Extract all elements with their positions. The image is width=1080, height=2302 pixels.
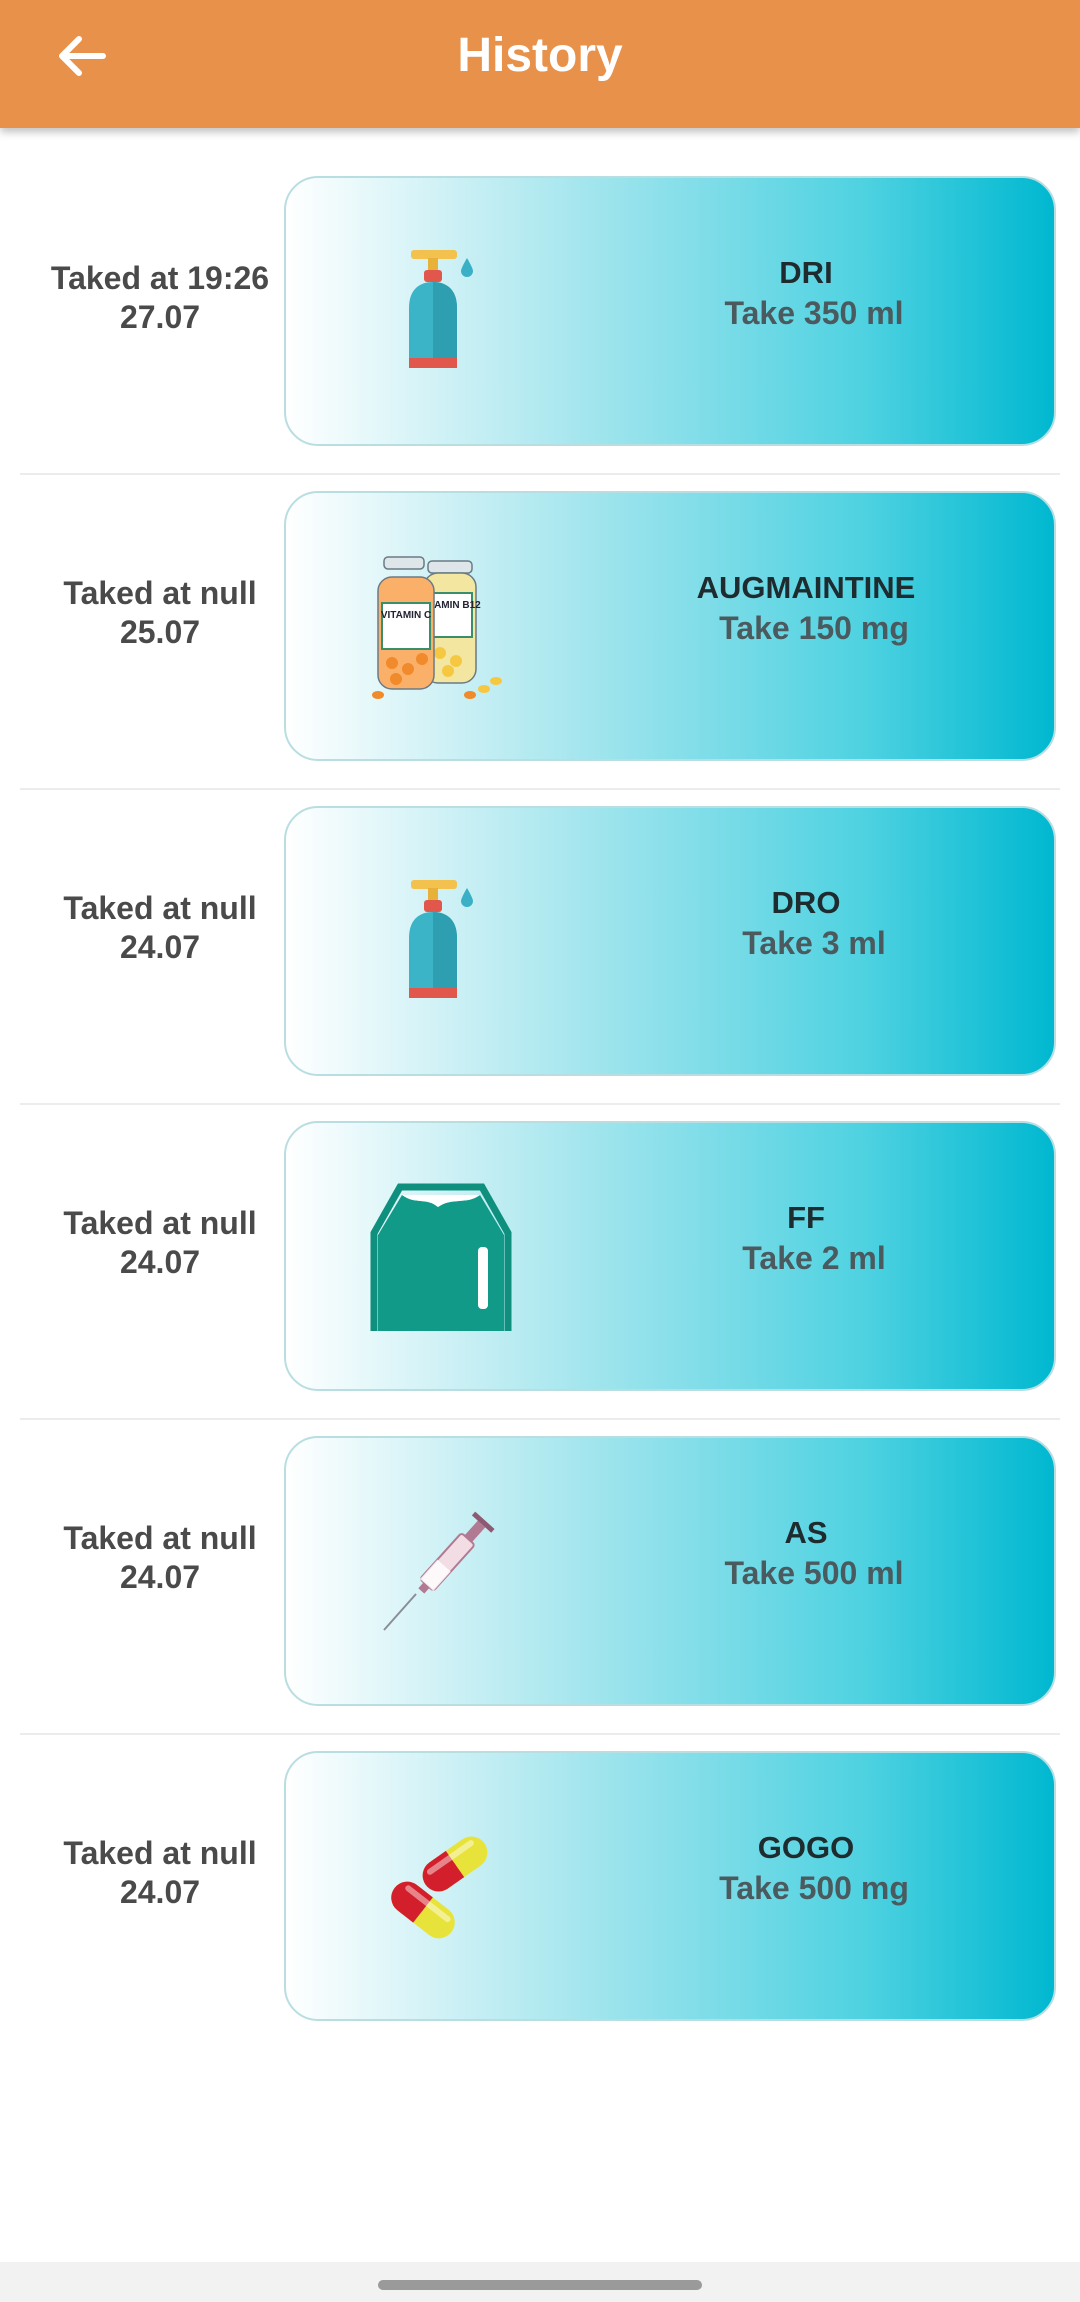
medicine-name: AUGMAINTINE [696, 570, 916, 605]
medicine-name: AS [784, 1515, 828, 1550]
history-row: Taked at null 24.07 FF Take 2 ml [0, 1105, 1080, 1420]
medicine-card[interactable]: GOGO Take 500 mg [284, 1751, 1056, 2021]
taken-info: Taked at null 25.07 [30, 455, 290, 770]
taken-time: Taked at null [63, 889, 257, 926]
history-row: Taked at null 25.07 VITAMIN B12 VITAMIN … [0, 475, 1080, 790]
medicine-dose: Take 3 ml [742, 925, 886, 961]
medicine-name: DRO [771, 885, 841, 920]
taken-time: Taked at 19:26 [50, 259, 270, 296]
taken-date: 24.07 [119, 1873, 201, 1910]
taken-date: 24.07 [119, 1558, 201, 1595]
medicine-card[interactable]: FF Take 2 ml [284, 1121, 1056, 1391]
history-row: Taked at null 24.07 GOGO Take 500 mg [0, 1735, 1080, 2050]
taken-date: 27.07 [119, 298, 201, 335]
taken-info: Taked at null 24.07 [30, 1085, 290, 1400]
syringe-icon [366, 1498, 516, 1648]
medicine-card[interactable]: DRI Take 350 ml [284, 176, 1056, 446]
history-row: Taked at 19:26 27.07 DRI Take 350 ml [0, 160, 1080, 475]
medicine-info: AUGMAINTINE Take 150 mg [616, 473, 996, 743]
home-gesture-handle[interactable] [378, 2280, 702, 2290]
icon-label-vitamin-c: VITAMIN C [381, 610, 431, 621]
medicine-card[interactable]: DRO Take 3 ml [284, 806, 1056, 1076]
medicine-card[interactable]: AS Take 500 ml [284, 1436, 1056, 1706]
medicine-name: GOGO [757, 1830, 855, 1865]
medicine-info: AS Take 500 ml [616, 1418, 996, 1688]
taken-date: 24.07 [119, 928, 201, 965]
medicine-info: FF Take 2 ml [616, 1103, 996, 1373]
medicine-info: DRO Take 3 ml [616, 788, 996, 1058]
history-row: Taked at null 24.07 AS Take 500 ml [0, 1420, 1080, 1735]
medicine-name: DRI [779, 255, 833, 290]
iv-bag-icon [366, 1183, 516, 1333]
taken-date: 24.07 [119, 1243, 201, 1280]
medicine-dose: Take 150 mg [719, 610, 909, 646]
medicine-card[interactable]: VITAMIN B12 VITAMIN C AUGMAINTINE Take 1… [284, 491, 1056, 761]
medicine-dose: Take 500 ml [724, 1555, 904, 1591]
taken-info: Taked at null 24.07 [30, 770, 290, 1085]
app-bar: History [0, 0, 1080, 128]
taken-time: Taked at null [63, 1204, 257, 1241]
dropper-bottle-icon [366, 868, 516, 1018]
taken-time: Taked at null [63, 1834, 257, 1871]
taken-time: Taked at null [63, 574, 257, 611]
capsules-icon [366, 1813, 516, 1963]
medicine-info: GOGO Take 500 mg [616, 1733, 996, 2003]
taken-date: 25.07 [119, 613, 201, 650]
page-title: History [457, 29, 623, 82]
taken-info: Taked at null 24.07 [30, 1400, 290, 1715]
taken-info: Taked at 19:26 27.07 [30, 140, 290, 455]
medicine-info: DRI Take 350 ml [616, 158, 996, 428]
history-row: Taked at null 24.07 DRO Take 3 ml [0, 790, 1080, 1105]
dropper-bottle-icon [366, 238, 516, 388]
taken-info: Taked at null 24.07 [30, 1715, 290, 2030]
taken-time: Taked at null [63, 1519, 257, 1556]
history-list[interactable]: Taked at 19:26 27.07 DRI Take 350 ml Tak… [0, 160, 1080, 2050]
medicine-dose: Take 500 mg [719, 1870, 909, 1906]
vitamin-bottles-icon: VITAMIN B12 VITAMIN C [366, 553, 516, 703]
medicine-name: FF [787, 1200, 825, 1235]
medicine-dose: Take 2 ml [742, 1240, 886, 1276]
medicine-dose: Take 350 ml [724, 295, 904, 331]
system-nav-bar [0, 2262, 1080, 2302]
